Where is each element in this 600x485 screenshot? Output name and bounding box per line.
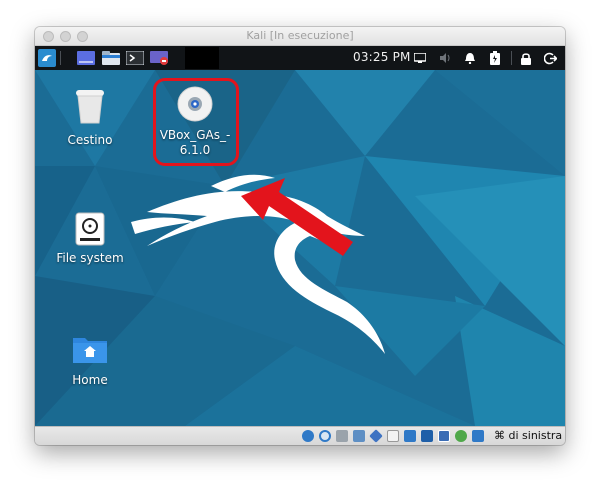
volume-icon: [440, 53, 450, 63]
notifications-button[interactable]: [463, 49, 477, 67]
display-icon: [414, 53, 426, 63]
vm-screen[interactable]: 03:25 PM Cestino VBox_GAs_- 6.1.0 File s…: [35, 46, 565, 426]
logout-button[interactable]: [543, 49, 557, 67]
volume-button[interactable]: [438, 49, 452, 67]
active-window-button[interactable]: [185, 47, 219, 69]
network-icon[interactable]: [353, 430, 365, 442]
workspace-icon: [77, 51, 95, 65]
shared-folder-icon[interactable]: [387, 430, 399, 442]
workspace-button[interactable]: [75, 49, 97, 67]
lock-screen-button[interactable]: [519, 49, 533, 67]
desktop-icon-label: Cestino: [67, 133, 113, 147]
screen-recorder-button[interactable]: [149, 49, 169, 67]
kali-menu-button[interactable]: [37, 49, 57, 67]
usb-icon[interactable]: [369, 429, 383, 443]
notifications-icon: [465, 53, 475, 64]
home-folder-icon: [73, 338, 107, 363]
panel-separator: [511, 51, 512, 65]
host-key-label[interactable]: ⌘ di sinistra: [494, 429, 562, 442]
desktop-icon-label: File system: [56, 251, 124, 265]
window-titlebar[interactable]: Kali [In esecuzione]: [35, 27, 565, 46]
lock-icon: [521, 52, 531, 65]
virtualbox-window: Kali [In esecuzione] 03:25 PM Cestino VB…: [35, 27, 565, 445]
hard-disk-icon[interactable]: [302, 430, 314, 442]
panel-clock[interactable]: 03:25 PM: [353, 50, 411, 64]
display-settings-icon[interactable]: [404, 430, 416, 442]
window-title: Kali [In esecuzione]: [246, 29, 354, 42]
display-button[interactable]: [413, 49, 427, 67]
file-manager-icon: [102, 51, 120, 65]
desktop-icon-home[interactable]: Home: [55, 334, 125, 388]
battery-button[interactable]: [488, 49, 502, 67]
desktop-icon-label: Home: [72, 373, 108, 387]
virtualbox-statusbar: ⌘ di sinistra: [35, 426, 565, 445]
drive-icon: [75, 212, 105, 246]
file-manager-button[interactable]: [101, 49, 121, 67]
cpu-icon[interactable]: [438, 430, 450, 442]
terminal-icon: [126, 51, 144, 65]
audio-icon[interactable]: [336, 430, 348, 442]
logout-icon: [543, 52, 557, 64]
kali-top-panel: 03:25 PM: [35, 46, 565, 70]
annotation-highlight-box: [153, 78, 239, 166]
desktop-area[interactable]: Cestino VBox_GAs_- 6.1.0 File system Hom…: [35, 70, 565, 426]
desktop-icon-trash[interactable]: Cestino: [55, 88, 125, 148]
desktop-icon-filesystem[interactable]: File system: [50, 212, 130, 266]
kali-menu-icon: [38, 49, 56, 67]
mouse-integration-icon[interactable]: [472, 430, 484, 442]
screen-recorder-icon: [150, 51, 168, 65]
video-capture-icon[interactable]: [421, 430, 433, 442]
virtualization-icon[interactable]: [455, 430, 467, 442]
battery-icon: [490, 51, 500, 65]
terminal-button[interactable]: [125, 49, 145, 67]
trash-icon: [76, 90, 104, 124]
optical-drive-icon[interactable]: [319, 430, 331, 442]
panel-separator: [60, 51, 61, 65]
